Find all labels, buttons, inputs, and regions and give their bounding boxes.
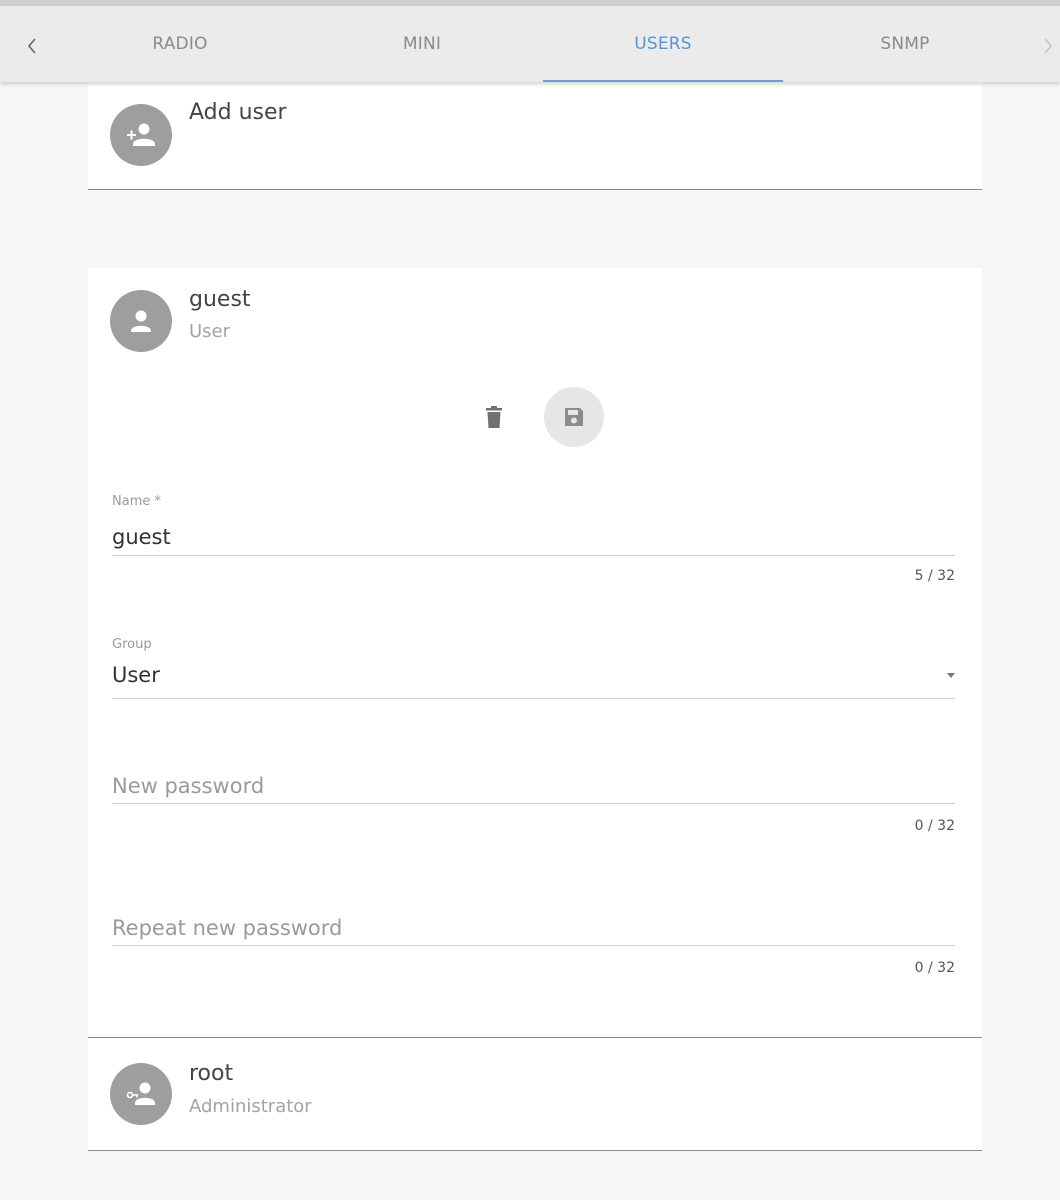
tab-snmp[interactable]: SNMP: [785, 6, 1025, 82]
chevron-right-icon[interactable]: [1036, 34, 1060, 58]
name-counter: 5 / 32: [914, 568, 955, 584]
new-password-field: 0 / 32: [112, 768, 955, 848]
trash-icon: [486, 406, 502, 428]
group-field: Group User: [112, 637, 955, 707]
tab-users[interactable]: USERS: [543, 6, 783, 82]
add-user-card[interactable]: Add user: [88, 76, 982, 190]
add-user-title: Add user: [189, 100, 287, 125]
user-group: User: [189, 321, 231, 342]
name-input[interactable]: [112, 518, 955, 556]
group-select-value: User: [112, 663, 160, 687]
root-user-name: root: [189, 1061, 234, 1086]
repeat-password-input[interactable]: [112, 910, 955, 946]
tab-mini[interactable]: MINI: [302, 6, 542, 82]
user-name: guest: [189, 287, 251, 312]
admin-key-icon: [110, 1063, 172, 1125]
repeat-password-field: 0 / 32: [112, 910, 955, 990]
name-label: Name *: [112, 494, 161, 509]
chevron-left-icon[interactable]: [20, 34, 44, 58]
save-icon: [565, 408, 583, 426]
add-user-icon: [110, 104, 172, 166]
new-password-input[interactable]: [112, 768, 955, 804]
group-select[interactable]: User: [112, 661, 955, 699]
user-card-guest: guest User Name * 5 / 32 Group User 0 / …: [88, 268, 982, 1038]
name-field: Name * 5 / 32: [112, 494, 955, 604]
delete-button[interactable]: [478, 401, 510, 433]
new-password-counter: 0 / 32: [914, 818, 955, 834]
root-user-group: Administrator: [189, 1096, 312, 1117]
user-icon: [110, 290, 172, 352]
save-button[interactable]: [544, 387, 604, 447]
repeat-password-counter: 0 / 32: [914, 960, 955, 976]
group-label: Group: [112, 637, 152, 652]
tab-bar: RADIO MINI USERS SNMP: [0, 0, 1060, 82]
user-card-root[interactable]: root Administrator: [88, 1038, 982, 1151]
tab-radio[interactable]: RADIO: [60, 6, 300, 82]
chevron-down-icon: [947, 673, 955, 678]
